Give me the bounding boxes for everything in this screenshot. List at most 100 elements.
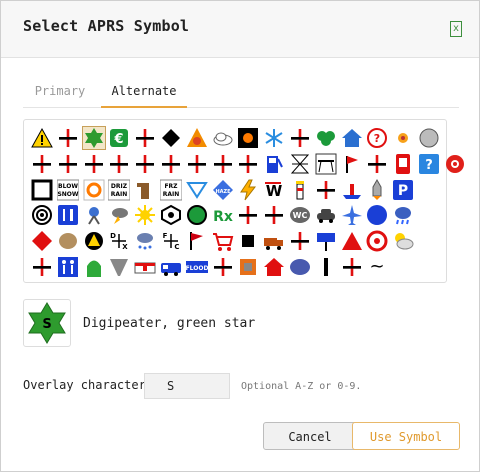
symbol-cell-plus[interactable] [31,256,53,278]
symbol-cell-green-circle[interactable] [186,204,208,226]
symbol-cell-question[interactable]: ? [366,127,388,149]
symbol-cell-snowflake[interactable] [263,127,285,149]
symbol-cell-blue-dot[interactable] [366,204,388,226]
symbol-cell-plus[interactable] [212,153,234,175]
symbol-cell-house-user[interactable] [341,127,363,149]
symbol-cell-black-square-small[interactable] [237,230,259,252]
symbol-cell-freezing-rain[interactable]: FRZ RAIN [160,179,182,201]
symbol-cell-chip-orange[interactable] [237,256,259,278]
symbol-cell-ambulance[interactable] [134,256,156,278]
symbol-cell-blow-snow[interactable]: BLOW SNOW [56,179,79,201]
symbol-cell-drizzle-rain[interactable]: DRIZ RAIN [108,179,131,201]
cancel-button[interactable]: Cancel [263,422,357,450]
symbol-cell-cart[interactable] [212,230,234,252]
symbol-cell-orange-ring[interactable] [83,179,105,201]
symbol-cell-plus[interactable] [366,153,388,175]
symbol-cell-boat-rescue[interactable] [341,179,363,201]
symbol-cell-red-swirl[interactable] [444,153,466,175]
symbol-cell-red-house[interactable] [263,256,285,278]
symbol-cell-blue-snow[interactable] [185,179,208,201]
symbol-cell-red-diamond[interactable] [31,230,53,252]
symbol-cell-smoke[interactable] [57,230,79,252]
symbol-cell-rain-cloud[interactable] [392,204,414,226]
symbol-cell-snow-cloud[interactable] [134,230,156,252]
symbol-cell-blue-question[interactable]: ? [418,153,440,175]
symbol-cell-sun-burst[interactable] [134,204,156,226]
symbol-cell-wc[interactable]: WC [289,204,311,226]
use-symbol-button[interactable]: Use Symbol [352,422,460,450]
symbol-cell-plus[interactable] [212,256,234,278]
symbol-cell-green-star[interactable] [81,126,106,150]
symbol-cell-red-triangle[interactable] [341,230,363,252]
symbol-cell-sign[interactable] [315,230,337,252]
target-icon [32,205,52,226]
symbol-cell-car[interactable] [315,204,337,226]
symbol-cell-red-flag-2[interactable] [186,230,208,252]
symbol-cell-euro[interactable]: € [108,127,130,149]
symbol-cell-parking[interactable]: P [392,179,414,201]
symbol-cell-cloud[interactable] [212,127,234,149]
symbol-cell-gear-dot[interactable] [160,204,182,226]
symbol-cell-gas-pump[interactable] [263,153,285,175]
symbol-cell-plus[interactable] [186,153,208,175]
symbol-cell-flash-box[interactable] [237,127,259,149]
symbol-cell-rx[interactable]: Rx [212,204,234,226]
symbol-cell-hourglass[interactable] [289,153,311,175]
symbol-cell-green-dome[interactable] [83,256,105,278]
symbol-cell-flood[interactable]: FLOOD [185,256,208,278]
symbol-cell-plus[interactable] [289,127,311,149]
symbol-cell-tilde[interactable]: ~ [366,256,388,278]
symbol-cell-restaurant[interactable] [57,204,79,226]
symbol-cell-sun-dot[interactable] [392,127,414,149]
symbol-cell-storm-cloud[interactable] [108,204,130,226]
symbol-cell-tornado[interactable] [108,256,130,278]
symbol-cell-plus[interactable] [341,256,363,278]
symbol-cell-plus[interactable] [160,153,182,175]
symbol-cell-plus[interactable] [57,127,79,149]
close-button[interactable]: x [450,21,462,37]
symbol-cell-dx-spark[interactable]: DX [108,230,130,252]
symbol-cell-fc-spark[interactable]: FC [160,230,182,252]
symbol-cell-plus[interactable] [315,179,337,201]
symbol-cell-gray-circle[interactable] [418,127,440,149]
symbol-cell-target[interactable] [31,204,53,226]
symbol-cell-plus[interactable] [289,230,311,252]
symbol-cell-bar[interactable] [315,256,337,278]
symbol-cell-red-target[interactable] [366,230,388,252]
symbol-cell-red-flag[interactable] [341,153,363,175]
symbol-cell-stump[interactable] [134,179,156,201]
symbol-cell-wind-w[interactable]: W [263,179,285,201]
symbol-cell-black-diamond[interactable] [160,127,182,149]
symbol-cell-shamrock[interactable] [315,127,337,149]
symbol-cell-plus[interactable] [108,153,130,175]
symbol-cell-plus[interactable] [134,153,156,175]
symbol-cell-plus[interactable] [57,153,79,175]
symbol-cell-warning-triangle[interactable] [31,127,53,149]
symbol-cell-plus[interactable] [237,153,259,175]
symbol-cell-hazard-fire[interactable] [186,127,208,149]
tab-alternate[interactable]: Alternate [101,79,187,108]
symbol-cell-plus[interactable] [83,153,105,175]
symbol-cell-haze[interactable]: HAZE [212,179,234,201]
overlay-input[interactable] [144,373,230,399]
symbol-cell-plus[interactable] [263,204,285,226]
symbol-cell-rocket[interactable] [366,178,388,201]
symbol-cell-black-square[interactable] [31,179,53,201]
symbol-cell-lightning[interactable] [237,179,259,201]
symbol-cell-truck[interactable] [263,230,285,252]
symbol-cell-plane[interactable] [341,204,363,226]
symbol-cell-sun-cloud[interactable] [392,230,414,252]
symbol-cell-plus[interactable] [31,153,53,175]
plus-icon [368,154,387,173]
symbol-cell-van[interactable] [160,256,182,278]
symbol-cell-plus[interactable] [134,127,156,149]
symbol-cell-red-phone-box[interactable] [392,153,414,175]
tab-primary[interactable]: Primary [23,79,97,106]
symbol-cell-plus[interactable] [237,204,259,226]
symbol-cell-blue-blob[interactable] [289,256,311,278]
symbol-cell-picnic-table[interactable] [315,153,337,175]
symbol-cell-yellow-triangle[interactable] [83,230,105,252]
symbol-cell-lighthouse[interactable] [289,179,311,201]
symbol-cell-satellite-dish[interactable] [83,204,105,226]
symbol-cell-restroom[interactable] [57,256,79,278]
